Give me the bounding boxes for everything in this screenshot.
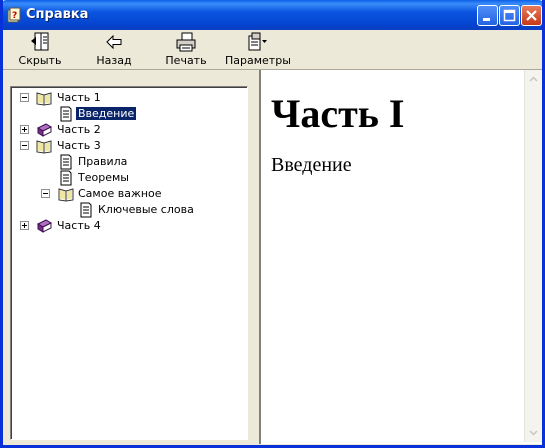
print-label: Печать <box>165 54 207 67</box>
minimize-button[interactable] <box>477 5 498 26</box>
collapse-toggle[interactable] <box>20 93 29 102</box>
closed-book-icon <box>36 219 52 233</box>
tree-label-part4: Часть 4 <box>57 219 101 232</box>
maximize-button[interactable] <box>499 5 520 26</box>
page-icon <box>60 170 72 186</box>
hide-button[interactable]: Скрыть <box>17 32 63 68</box>
options-button[interactable]: Параметры <box>225 32 291 68</box>
tree-label-important: Самое важное <box>78 187 162 200</box>
expand-toggle[interactable] <box>20 221 29 230</box>
topic-content-pane: Часть I Введение <box>259 70 542 444</box>
open-book-icon <box>58 188 74 202</box>
close-icon <box>526 10 537 21</box>
vertical-scrollbar[interactable] <box>524 70 542 442</box>
page-icon <box>60 106 72 122</box>
hide-label: Скрыть <box>18 54 62 67</box>
tree-label-part1: Часть 1 <box>57 91 101 104</box>
title-bar[interactable]: ? Справка <box>3 0 542 30</box>
help-window: ? Справка Скрыть Назад Печать Параметры … <box>0 0 545 448</box>
scroll-down-icon[interactable] <box>527 426 540 439</box>
close-button[interactable] <box>521 5 542 26</box>
tree-label-part2: Часть 2 <box>57 123 101 136</box>
window-title: Справка <box>26 7 89 22</box>
back-label: Назад <box>96 54 132 67</box>
minus-icon <box>22 145 27 146</box>
plus-icon <box>22 127 27 132</box>
expand-toggle[interactable] <box>20 125 29 134</box>
tree-label-keywords: Ключевые слова <box>98 203 194 216</box>
maximize-icon <box>503 9 516 22</box>
tree-label-intro: Введение <box>74 106 138 121</box>
plus-icon <box>22 223 27 228</box>
hide-pane-icon <box>31 32 49 51</box>
tree-label-part3: Часть 3 <box>57 139 101 152</box>
svg-text:?: ? <box>12 11 17 21</box>
page-icon <box>60 154 72 170</box>
contents-tree[interactable]: Часть 1 Введение Часть 2 Часть 3 Правила… <box>10 86 248 440</box>
minimize-icon <box>483 18 490 21</box>
options-icon <box>248 32 267 51</box>
toolbar: Скрыть Назад Печать Параметры <box>3 30 542 70</box>
options-label: Параметры <box>225 54 291 67</box>
topic-text: Введение <box>271 154 352 176</box>
print-button[interactable]: Печать <box>164 32 208 68</box>
open-book-icon <box>36 92 52 106</box>
back-arrow-icon <box>106 34 122 50</box>
collapse-toggle[interactable] <box>41 189 50 198</box>
back-button[interactable]: Назад <box>93 32 135 68</box>
topic-heading: Часть I <box>271 91 405 136</box>
closed-book-icon <box>36 123 52 137</box>
tree-label-rules: Правила <box>78 155 128 168</box>
minus-icon <box>43 193 48 194</box>
minus-icon <box>22 97 27 98</box>
open-book-icon <box>36 140 52 154</box>
collapse-toggle[interactable] <box>20 141 29 150</box>
help-app-icon: ? <box>7 7 21 23</box>
page-icon <box>80 202 92 218</box>
pane-splitter[interactable] <box>248 70 258 444</box>
printer-icon <box>176 32 196 52</box>
tree-label-theorems: Теоремы <box>78 171 129 184</box>
scroll-up-icon[interactable] <box>527 73 540 86</box>
